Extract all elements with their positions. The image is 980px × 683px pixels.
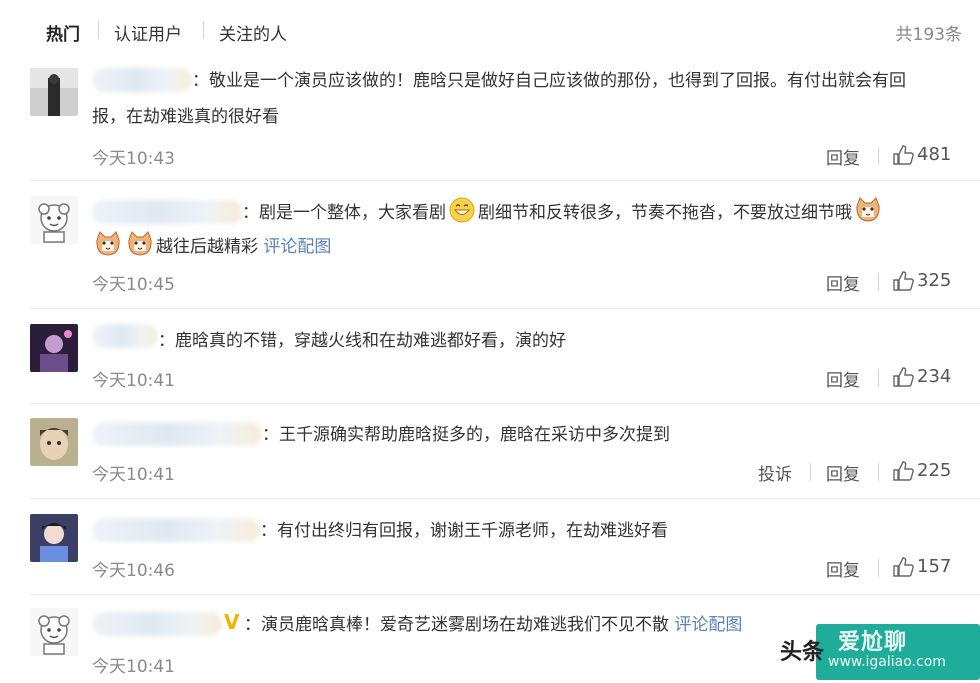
divider [30, 308, 980, 309]
cat-emoji-icon [856, 197, 880, 222]
reply-button[interactable]: 回复 [826, 270, 860, 295]
avatar[interactable] [30, 418, 78, 466]
comment-text: ：有付出终归有回报，谢谢王千源老师，在劫难逃好看 [260, 521, 668, 541]
grin-emoji-icon [449, 197, 475, 223]
username-blurred[interactable] [92, 612, 222, 636]
action-divider [878, 147, 879, 165]
comment-count: 共193条 [895, 25, 962, 45]
avatar[interactable] [30, 196, 78, 244]
comment-text: ：鹿晗真的不错，穿越火线和在劫难逃都好看，演的好 [158, 331, 566, 351]
comment-text-part: 越往后越精彩 [156, 237, 258, 257]
comment-time: 今天10:41 [92, 371, 175, 391]
comment-time: 今天10:41 [92, 657, 175, 677]
thumbs-up-icon [893, 556, 914, 577]
comment-text-part: ：演员鹿晗真棒！爱奇艺迷雾剧场在劫难逃我们不见不散 [244, 615, 669, 635]
watermark-site: 爱尬聊 [838, 630, 908, 655]
tab-divider [203, 21, 204, 39]
action-divider [878, 273, 879, 291]
thumbs-up-icon [893, 270, 914, 291]
reply-button[interactable]: 回复 [826, 144, 860, 169]
comment-text-part: ：剧是一个整体，大家看剧 [242, 203, 446, 223]
watermark-source: 头条 [780, 640, 825, 665]
divider [30, 180, 980, 181]
username-blurred[interactable] [92, 422, 262, 446]
cat-emoji-icon [128, 231, 152, 256]
like-count: 325 [917, 270, 952, 291]
comment-image-link[interactable]: 评论配图 [263, 237, 331, 257]
like-button[interactable]: 225 [892, 460, 951, 481]
action-divider [878, 463, 879, 481]
watermark-logo: 头条 爱尬聊 www.igaliao.com [780, 620, 980, 683]
like-button[interactable]: 157 [892, 556, 951, 577]
like-button[interactable]: 325 [892, 270, 951, 291]
comment-tabs: 热门 认证用户 关注的人 共193条 [0, 0, 980, 62]
divider [30, 403, 980, 404]
username-blurred[interactable] [92, 200, 242, 224]
comment-text: ：敬业是一个演员应该做的！鹿晗只是做好自己应该做的那份，也得到了回报。有付出就会… [192, 71, 906, 91]
like-count: 225 [917, 460, 952, 481]
comment-time: 今天10:41 [92, 465, 175, 485]
avatar[interactable] [30, 608, 78, 656]
tab-divider [98, 21, 99, 39]
like-count: 157 [917, 556, 952, 577]
username-blurred[interactable] [92, 68, 192, 92]
report-button[interactable]: 投诉 [758, 460, 792, 485]
reply-button[interactable]: 回复 [826, 460, 860, 485]
watermark-url: www.igaliao.com [828, 654, 946, 670]
comment-text: 报，在劫难逃真的很好看 [92, 107, 279, 127]
tab-hot[interactable]: 热门 [46, 20, 80, 45]
tab-verified-users[interactable]: 认证用户 [114, 20, 182, 45]
action-divider [878, 369, 879, 387]
divider [30, 594, 980, 595]
comment-text: ：王千源确实帮助鹿晗挺多的，鹿晗在采访中多次提到 [262, 425, 670, 445]
like-count: 481 [917, 144, 952, 165]
thumbs-up-icon [893, 460, 914, 481]
cat-emoji-icon [96, 231, 120, 256]
username-blurred[interactable] [92, 518, 260, 542]
action-divider [878, 559, 879, 577]
reply-button[interactable]: 回复 [826, 556, 860, 581]
avatar[interactable] [30, 68, 78, 116]
like-button[interactable]: 234 [892, 366, 951, 387]
avatar[interactable] [30, 514, 78, 562]
tab-following[interactable]: 关注的人 [219, 20, 287, 45]
like-button[interactable]: 481 [892, 144, 951, 165]
comment-text-part: 剧细节和反转很多，节奏不拖沓，不要放过细节哦 [478, 203, 852, 223]
thumbs-up-icon [893, 144, 914, 165]
comment-time: 今天10:46 [92, 561, 175, 581]
comment-time: 今天10:43 [92, 149, 175, 169]
comment-image-link[interactable]: 评论配图 [674, 615, 742, 635]
divider [30, 498, 980, 499]
like-count: 234 [917, 366, 952, 387]
reply-button[interactable]: 回复 [826, 366, 860, 391]
comment-time: 今天10:45 [92, 275, 175, 295]
comment-text: ：演员鹿晗真棒！爱奇艺迷雾剧场在劫难逃我们不见不散 评论配图 [244, 608, 742, 642]
username-blurred[interactable] [92, 324, 158, 348]
comment-text: 越往后越精彩 评论配图 [92, 230, 331, 264]
comment-text: ：剧是一个整体，大家看剧 剧细节和反转很多，节奏不拖沓，不要放过细节哦 [242, 196, 884, 230]
action-divider [810, 463, 811, 481]
avatar[interactable] [30, 324, 78, 372]
verified-badge: V [224, 610, 240, 634]
thumbs-up-icon [893, 366, 914, 387]
